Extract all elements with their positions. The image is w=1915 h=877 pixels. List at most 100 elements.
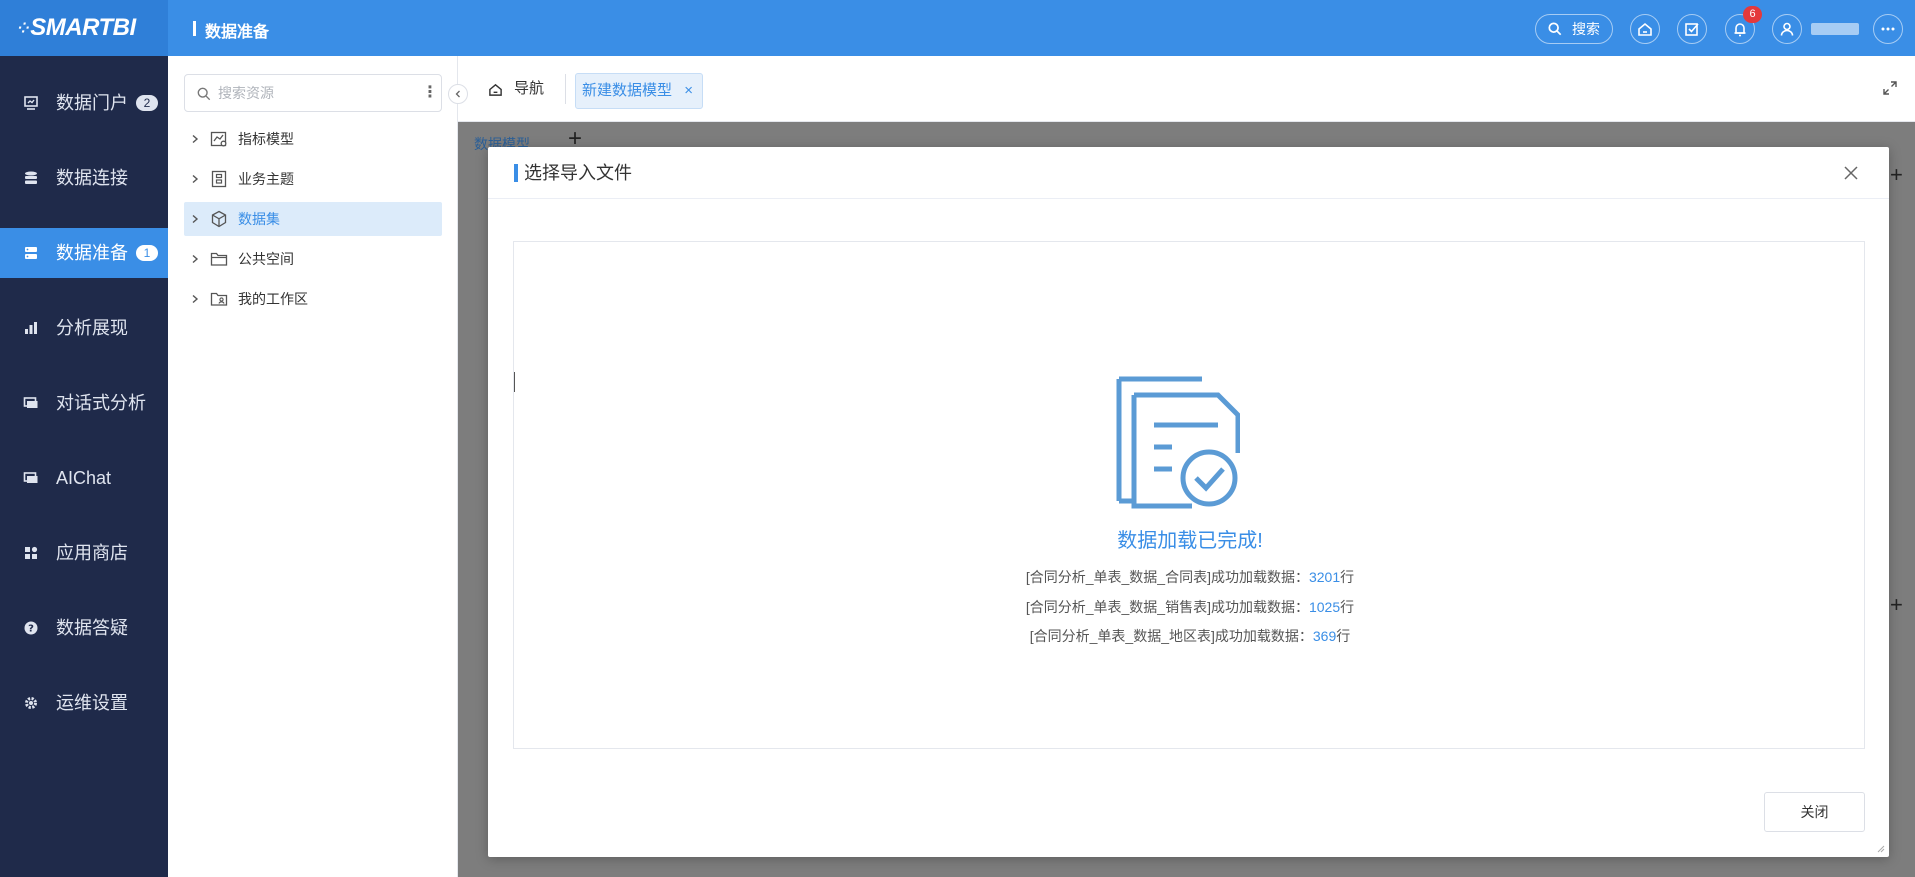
result-line: [合同分析_单表_数据_地区表]成功加载数据：369行 <box>514 626 1866 646</box>
result-unit: 行 <box>1340 599 1355 615</box>
gear-icon <box>25 697 37 709</box>
tree-item-metric-model[interactable]: 指标模型 <box>184 122 442 156</box>
ai-chat-icon <box>23 472 38 483</box>
chat-icon <box>23 397 38 408</box>
sidebar-item-label: 数据准备 <box>56 243 128 263</box>
tab-new-data-model[interactable]: 新建数据模型 × <box>575 73 704 109</box>
collapse-panel-button[interactable] <box>448 84 468 104</box>
sidebar-item-label: AIChat <box>56 468 112 488</box>
tab-divider <box>565 74 566 104</box>
sidebar-item-label: 数据答疑 <box>56 618 128 638</box>
dialog-content: 数据加载已完成! [合同分析_单表_数据_合同表]成功加载数据：3201行 [合… <box>513 241 1865 749</box>
top-header: ⁘SMARTBI 数据准备 搜索 6 <box>0 0 1915 56</box>
close-tab-icon[interactable]: × <box>684 74 693 108</box>
sidebar-item-data-preparation[interactable]: 数据准备 1 <box>0 228 168 278</box>
folder-icon <box>210 252 228 266</box>
tree-item-public-space[interactable]: 公共空间 <box>184 242 442 276</box>
task-check-icon <box>1685 23 1699 36</box>
module-title: 数据准备 <box>193 18 269 42</box>
resize-handle-icon[interactable] <box>1875 843 1885 853</box>
result-line: [合同分析_单表_数据_销售表]成功加载数据：1025行 <box>514 597 1866 617</box>
sidebar-item-data-connection[interactable]: 数据连接 <box>0 153 168 203</box>
sidebar-item-label: 数据门户 <box>56 93 128 113</box>
sidebar-item-data-portal[interactable]: 数据门户 2 <box>0 78 168 128</box>
sidebar-count-badge: 1 <box>136 245 158 261</box>
result-text: [合同分析_单表_数据_合同表]成功加载数据： <box>1025 569 1309 585</box>
cube-icon <box>211 210 227 228</box>
bell-icon <box>1734 23 1746 37</box>
chevron-right-icon[interactable] <box>190 134 200 144</box>
app-store-icon <box>25 546 38 559</box>
chevron-right-icon[interactable] <box>190 254 200 264</box>
tree-item-label: 指标模型 <box>238 131 294 147</box>
result-unit: 行 <box>1336 628 1351 644</box>
main-sidebar: 数据门户 2 数据连接 数据准备 1 分析展现 对话式分析 AIChat 应用商… <box>0 56 168 877</box>
tasks-button[interactable] <box>1677 14 1707 44</box>
tree-item-label: 数据集 <box>238 211 280 227</box>
chevron-left-icon <box>455 90 460 98</box>
sidebar-item-data-qa[interactable]: ? 数据答疑 <box>0 603 168 653</box>
load-complete-title: 数据加载已完成! <box>1117 530 1263 552</box>
server-icon <box>25 247 37 259</box>
tree-item-dataset[interactable]: 数据集 <box>184 202 442 236</box>
resource-search-box: ⋮ <box>184 74 442 112</box>
more-button[interactable] <box>1873 14 1903 44</box>
chevron-right-icon[interactable] <box>190 174 200 184</box>
question-icon: ? <box>24 621 38 635</box>
more-dots-icon <box>1881 27 1895 31</box>
home-button[interactable] <box>1630 14 1660 44</box>
tree-item-my-workspace[interactable]: 我的工作区 <box>184 282 442 316</box>
result-text: [合同分析_单表_数据_地区表]成功加载数据： <box>1029 628 1313 644</box>
close-icon[interactable] <box>1843 165 1859 181</box>
user-name[interactable] <box>1811 23 1859 35</box>
sidebar-item-analysis[interactable]: 分析展现 <box>0 303 168 353</box>
home-icon <box>1638 22 1652 36</box>
global-search-button[interactable]: 搜索 <box>1535 14 1613 44</box>
dialog-title: 选择导入文件 <box>514 161 632 185</box>
global-search-label: 搜索 <box>1572 21 1600 37</box>
chevron-right-icon[interactable] <box>190 214 200 224</box>
brand-area: ⁘SMARTBI <box>0 0 168 56</box>
database-icon <box>25 171 37 184</box>
sidebar-item-conversational-analysis[interactable]: 对话式分析 <box>0 378 168 428</box>
result-line: [合同分析_单表_数据_合同表]成功加载数据：3201行 <box>514 567 1866 587</box>
add-icon[interactable]: + <box>1890 162 1903 188</box>
user-icon <box>1780 22 1794 36</box>
user-folder-icon <box>210 292 228 306</box>
tree-more-menu-icon[interactable]: ⋮ <box>422 84 438 102</box>
tabs-bar: 导航 新建数据模型 × <box>458 56 1915 122</box>
sidebar-item-app-store[interactable]: 应用商店 <box>0 528 168 578</box>
resource-tree-panel: ⋮ 指标模型 业务主题 数据集 公共空间 我的工作区 <box>168 56 458 877</box>
chevron-right-icon[interactable] <box>190 294 200 304</box>
tree-item-label: 公共空间 <box>238 251 294 267</box>
dialog-header: 选择导入文件 <box>488 147 1889 199</box>
business-theme-icon <box>211 170 227 188</box>
tree-item-business-theme[interactable]: 业务主题 <box>184 162 442 196</box>
result-count: 369 <box>1312 628 1337 644</box>
resource-search-input[interactable] <box>218 84 398 102</box>
brand-text: SMARTBI <box>30 14 136 41</box>
text-cursor <box>514 372 515 392</box>
tree-item-label: 业务主题 <box>238 171 294 187</box>
tab-navigation-label: 导航 <box>514 80 545 97</box>
home-icon <box>489 83 502 96</box>
sidebar-item-ops-settings[interactable]: 运维设置 <box>0 678 168 728</box>
notification-badge: 6 <box>1743 6 1762 23</box>
sidebar-item-label: 运维设置 <box>56 693 128 713</box>
user-avatar-button[interactable] <box>1772 14 1802 44</box>
svg-text:?: ? <box>28 624 34 635</box>
brand-logo[interactable]: ⁘SMARTBI <box>18 14 136 42</box>
close-button[interactable]: 关闭 <box>1764 792 1865 832</box>
tree-item-label: 我的工作区 <box>238 291 308 307</box>
result-count: 3201 <box>1308 569 1341 585</box>
search-icon <box>197 87 211 101</box>
result-count: 1025 <box>1308 599 1341 615</box>
metric-model-icon <box>210 131 227 147</box>
sidebar-item-aichat[interactable]: AIChat <box>0 453 168 503</box>
result-text: [合同分析_单表_数据_销售表]成功加载数据： <box>1025 599 1309 615</box>
tab-navigation[interactable]: 导航 <box>488 74 544 104</box>
sidebar-item-label: 数据连接 <box>56 168 128 188</box>
add-icon[interactable]: + <box>1890 592 1903 618</box>
tab-new-data-model-label: 新建数据模型 <box>582 82 673 99</box>
fullscreen-icon[interactable] <box>1882 80 1898 96</box>
